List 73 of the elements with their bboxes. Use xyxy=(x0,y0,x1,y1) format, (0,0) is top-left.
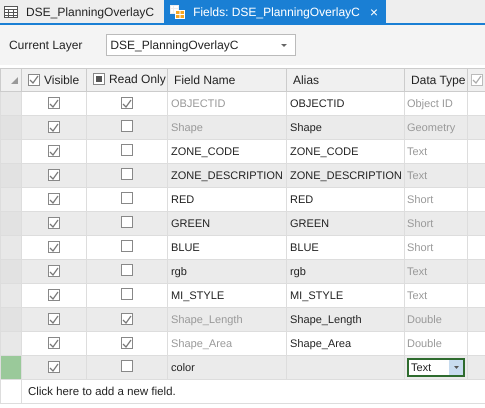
table-cell: Shape xyxy=(286,116,404,140)
checkbox[interactable] xyxy=(121,216,133,228)
column-header[interactable]: Field Name xyxy=(168,68,286,92)
checkbox[interactable] xyxy=(121,313,133,325)
checkbox[interactable] xyxy=(121,97,133,109)
table-cell: rgb xyxy=(286,260,404,284)
check-icon xyxy=(49,290,59,300)
checkbox[interactable] xyxy=(48,337,60,349)
checkbox[interactable] xyxy=(121,360,133,372)
table-cell: rgb xyxy=(168,260,286,284)
check-icon xyxy=(49,338,59,348)
field-label: Current Layer xyxy=(9,38,82,52)
tab[interactable]: DSE_PlanningOverlayC xyxy=(0,0,164,23)
table-icon xyxy=(4,6,18,18)
caret-icon xyxy=(281,44,288,46)
caret-icon xyxy=(454,366,458,369)
select-all-icon xyxy=(11,77,18,84)
checkbox[interactable] xyxy=(48,361,60,373)
check-icon xyxy=(49,266,59,276)
checkbox[interactable] xyxy=(48,313,60,325)
check-icon xyxy=(49,170,59,180)
table-cell: ZONE_DESCRIPTION xyxy=(286,164,404,188)
table-cell: ZONE_DESCRIPTION xyxy=(168,164,286,188)
checkbox[interactable] xyxy=(48,169,60,181)
header-checkbox[interactable] xyxy=(93,73,105,85)
checkbox[interactable] xyxy=(48,289,60,301)
check-icon xyxy=(49,314,59,324)
table-cell: color xyxy=(168,356,286,380)
checkbox[interactable] xyxy=(121,120,133,132)
checkbox[interactable] xyxy=(121,144,133,156)
table-cell: Shape xyxy=(168,116,286,140)
check-icon xyxy=(49,122,59,132)
header-checkbox[interactable] xyxy=(28,74,40,86)
table-cell: Double xyxy=(404,308,468,332)
check-icon xyxy=(49,194,59,204)
table-cell: Geometry xyxy=(404,116,468,140)
check-icon xyxy=(29,75,39,84)
data-type-dropdown[interactable]: Text xyxy=(407,358,465,377)
column-header[interactable]: Alias xyxy=(286,68,404,92)
check-icon xyxy=(49,218,59,228)
check-icon xyxy=(49,242,59,252)
tab[interactable]: Fields: DSE_PlanningOverlayC × xyxy=(164,0,386,23)
table-cell: Text xyxy=(404,260,468,284)
checkbox[interactable] xyxy=(48,193,60,205)
check-icon xyxy=(122,98,132,108)
checkbox[interactable] xyxy=(121,168,133,180)
checkbox[interactable] xyxy=(121,337,133,349)
checkbox[interactable] xyxy=(48,241,60,253)
checkbox[interactable] xyxy=(48,145,60,157)
check-icon xyxy=(49,362,59,372)
checkbox[interactable] xyxy=(121,288,133,300)
add-field-row[interactable]: Click here to add a new field. xyxy=(22,380,485,404)
table-cell: Text xyxy=(404,164,468,188)
checkbox[interactable] xyxy=(48,217,60,229)
check-icon xyxy=(122,314,132,324)
checkbox[interactable] xyxy=(48,97,60,109)
checkbox[interactable] xyxy=(121,264,133,276)
check-icon xyxy=(49,146,59,156)
table-cell: GREEN xyxy=(168,212,286,236)
layer-dropdown[interactable]: DSE_PlanningOverlayC xyxy=(106,34,296,56)
checkbox[interactable] xyxy=(121,192,133,204)
checkbox[interactable] xyxy=(48,265,60,277)
column-header[interactable]: Data Type xyxy=(404,68,468,92)
table-cell: GREEN xyxy=(286,212,404,236)
close-button[interactable]: × xyxy=(370,4,378,20)
check-icon xyxy=(49,98,59,108)
fields-icon xyxy=(170,4,186,18)
check-icon xyxy=(122,338,132,348)
checkbox[interactable] xyxy=(121,240,133,252)
table-cell: Shape_Length xyxy=(168,308,286,332)
checkbox[interactable] xyxy=(48,121,60,133)
table-cell: Short xyxy=(404,212,468,236)
table-cell: Shape_Length xyxy=(286,308,404,332)
